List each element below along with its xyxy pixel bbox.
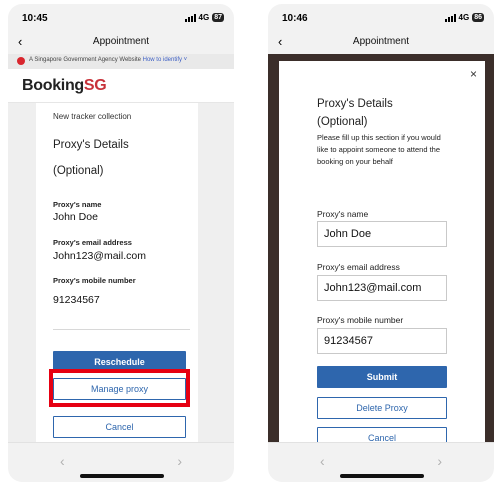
page-title: Appointment xyxy=(92,36,150,47)
nav-bar: ‹ Appointment xyxy=(268,30,494,54)
back-arrow-icon[interactable]: ‹ xyxy=(320,453,325,469)
brand-bar: BookingSG xyxy=(8,69,234,103)
close-icon[interactable]: × xyxy=(470,67,477,81)
bottom-toolbar: ‹ › xyxy=(8,442,234,482)
home-indicator xyxy=(340,474,424,478)
phone-screen-left: 10:45 4G 87 ‹ Appointment A Singapore Go… xyxy=(8,4,234,482)
home-indicator xyxy=(80,474,164,478)
bottom-toolbar: ‹ › xyxy=(268,442,494,482)
gov-banner: A Singapore Government Agency Website Ho… xyxy=(8,54,234,69)
proxy-email-value: John123@mail.com xyxy=(53,250,146,262)
proxy-modal: × Proxy's Details (Optional) Please fill… xyxy=(279,61,485,449)
collection-title: New tracker collection xyxy=(53,112,132,121)
back-arrow-icon[interactable]: ‹ xyxy=(60,453,65,469)
how-to-identify-link[interactable]: How to identify ˅ xyxy=(143,57,188,63)
submit-button[interactable]: Submit xyxy=(317,366,447,388)
proxy-heading: Proxy's Details xyxy=(53,139,129,151)
status-indicators: 4G 87 xyxy=(184,13,224,22)
proxy-name-value: John Doe xyxy=(53,211,98,223)
booking-card: New tracker collection Proxy's Details (… xyxy=(36,103,198,442)
cancel-button[interactable]: Cancel xyxy=(53,416,186,438)
proxy-email-label: Proxy's email address xyxy=(53,238,132,247)
network-type: 4G xyxy=(458,13,470,22)
proxy-name-label: Proxy's name xyxy=(317,209,369,219)
bookingsg-logo[interactable]: BookingSG xyxy=(22,77,107,95)
proxy-mobile-label: Proxy's mobile number xyxy=(317,315,404,325)
forward-arrow-icon[interactable]: › xyxy=(177,453,182,469)
signal-icon xyxy=(184,13,196,22)
proxy-email-input[interactable] xyxy=(317,275,447,301)
network-type: 4G xyxy=(198,13,210,22)
modal-description: Please fill up this section if you would… xyxy=(317,133,441,166)
gov-banner-label: A Singapore Government Agency Website xyxy=(29,57,141,63)
status-bar: 10:45 4G 87 xyxy=(8,4,234,30)
status-indicators: 4G 86 xyxy=(444,13,484,22)
signal-icon xyxy=(444,13,456,22)
logo-main: Booking xyxy=(22,77,84,94)
battery-icon: 87 xyxy=(212,13,224,22)
proxy-mobile-label: Proxy's mobile number xyxy=(53,276,136,285)
battery-icon: 86 xyxy=(472,13,484,22)
proxy-optional-label: (Optional) xyxy=(53,165,104,177)
proxy-name-label: Proxy's name xyxy=(53,200,102,209)
proxy-mobile-input[interactable] xyxy=(317,328,447,354)
status-bar: 10:46 4G 86 xyxy=(268,4,494,30)
gov-banner-text: A Singapore Government Agency Website Ho… xyxy=(29,57,187,63)
modal-heading: Proxy's Details xyxy=(317,98,393,110)
status-time: 10:46 xyxy=(282,13,308,24)
proxy-mobile-value: 91234567 xyxy=(53,294,100,306)
page-title: Appointment xyxy=(352,36,410,47)
lion-head-icon xyxy=(17,57,25,65)
content-area: New tracker collection Proxy's Details (… xyxy=(8,103,234,442)
modal-optional-label: (Optional) xyxy=(317,116,368,128)
modal-overlay: × Proxy's Details (Optional) Please fill… xyxy=(268,54,494,449)
proxy-name-input[interactable] xyxy=(317,221,447,247)
phone-screen-right: 10:46 4G 86 ‹ Appointment × Proxy's Deta… xyxy=(268,4,494,482)
divider xyxy=(53,329,190,330)
logo-accent: SG xyxy=(83,77,107,94)
highlight-box xyxy=(49,369,190,407)
proxy-email-label: Proxy's email address xyxy=(317,262,400,272)
delete-proxy-button[interactable]: Delete Proxy xyxy=(317,397,447,419)
forward-arrow-icon[interactable]: › xyxy=(437,453,442,469)
nav-bar: ‹ Appointment xyxy=(8,30,234,54)
status-time: 10:45 xyxy=(22,13,48,24)
